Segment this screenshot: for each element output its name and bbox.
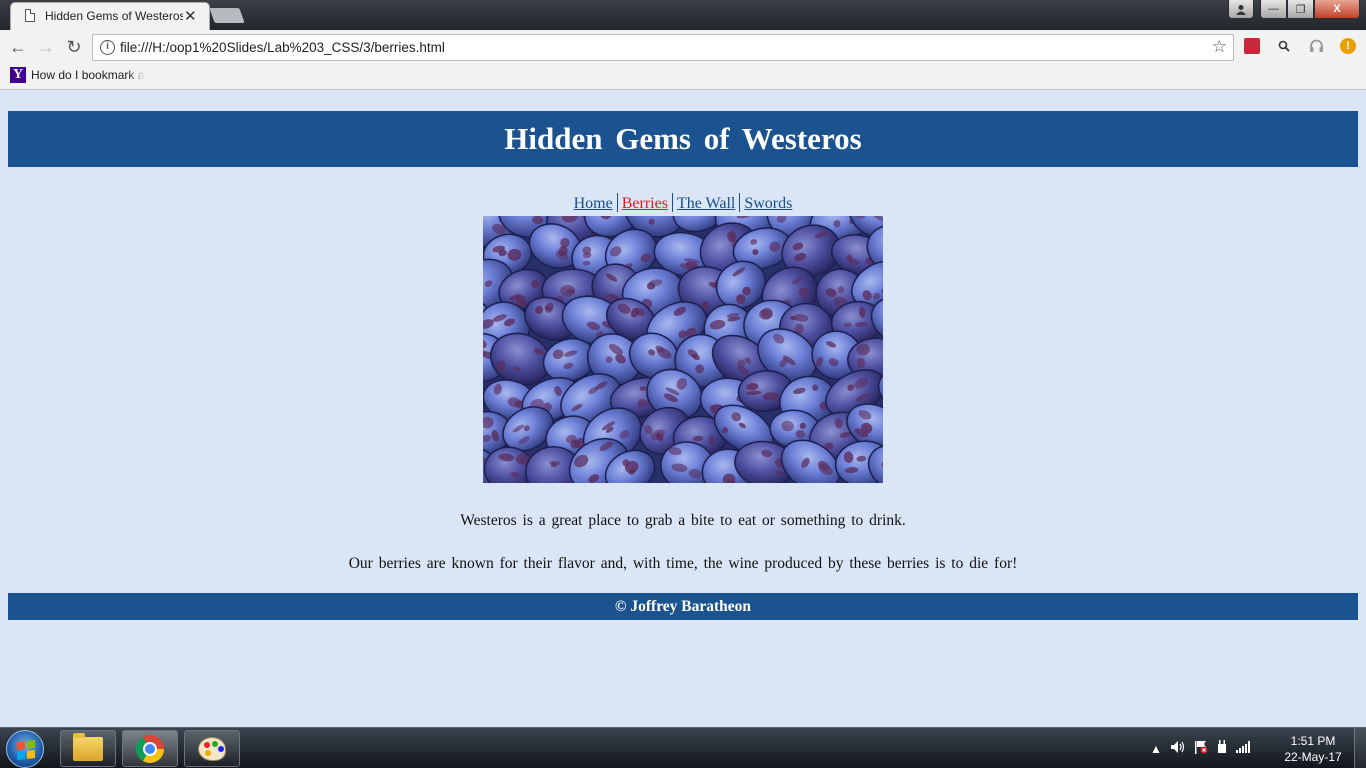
berries-paragraph: Our berries are known for their flavor a…	[348, 555, 1018, 572]
taskbar-chrome[interactable]	[122, 730, 178, 767]
user-profile-button[interactable]	[1228, 0, 1254, 19]
browser-tab[interactable]: Hidden Gems of Westeros ✕	[10, 2, 210, 30]
taskbar-explorer[interactable]	[60, 730, 116, 767]
new-tab-button[interactable]	[209, 8, 245, 23]
page-icon	[25, 9, 35, 22]
tab-title: Hidden Gems of Westeros	[45, 9, 183, 23]
action-center-flag-icon[interactable]	[1194, 740, 1208, 757]
show-desktop-button[interactable]	[1354, 728, 1366, 768]
windows-taskbar: ▲ 1:51 PM 22-May-17	[0, 727, 1366, 768]
site-nav: Home Berries The Wall Swords	[0, 193, 1366, 213]
reload-icon[interactable]: ↻	[62, 35, 86, 59]
start-button[interactable]	[6, 730, 44, 768]
headphones-icon[interactable]	[1308, 38, 1324, 54]
bookmarks-bar: Y How do I bookmark a	[0, 64, 1366, 90]
paint-palette-icon	[198, 736, 226, 761]
search-icon[interactable]	[1276, 38, 1292, 54]
alert-icon[interactable]: !	[1340, 38, 1356, 54]
header-banner: Hidden Gems of Westeros	[8, 111, 1358, 167]
power-icon[interactable]	[1216, 740, 1228, 757]
windows-logo-icon	[17, 740, 35, 760]
show-hidden-icons-icon[interactable]: ▲	[1150, 742, 1162, 756]
page-content: Hidden Gems of Westeros Home Berries The W…	[0, 91, 1366, 727]
maximize-button[interactable]: ❐	[1287, 0, 1314, 19]
system-tray: ▲	[1150, 728, 1250, 768]
intro-paragraph: Westeros is a great place to grab a bite…	[460, 512, 906, 529]
bookmark-extension-icon[interactable]	[1244, 38, 1260, 54]
footer-banner: © Joffrey Baratheon	[8, 593, 1358, 620]
yahoo-icon[interactable]: Y	[10, 67, 26, 83]
chrome-icon	[136, 734, 164, 763]
folder-icon	[73, 732, 103, 761]
info-icon[interactable]: i	[100, 40, 115, 55]
nav-link-home[interactable]: Home	[570, 195, 617, 212]
nav-link-the-wall[interactable]: The Wall	[673, 195, 739, 212]
page-title: Hidden Gems of Westeros	[504, 121, 862, 156]
browser-toolbar: ← → ↻ i file:///H:/oop1%20Slides/Lab%203…	[0, 30, 1366, 64]
clock-time: 1:51 PM	[1290, 734, 1336, 748]
forward-arrow-icon[interactable]: →	[34, 35, 58, 59]
nav-link-berries[interactable]: Berries	[618, 195, 672, 212]
close-button[interactable]: X	[1314, 0, 1360, 19]
footer-text: © Joffrey Baratheon	[614, 597, 752, 615]
nav-link-swords[interactable]: Swords	[740, 195, 796, 212]
user-icon[interactable]	[1228, 0, 1254, 19]
taskbar-paint[interactable]	[184, 730, 240, 767]
bookmark-item[interactable]: How do I bookmark a	[31, 68, 145, 82]
network-signal-icon[interactable]	[1235, 741, 1250, 756]
browser-tab-bar: Hidden Gems of Westeros ✕ — ❐ X	[0, 0, 1366, 30]
tab-close-icon[interactable]: ✕	[184, 7, 197, 25]
clock-date: 22-May-17	[1284, 750, 1342, 764]
address-bar[interactable]: i file:///H:/oop1%20Slides/Lab%203_CSS/3…	[92, 34, 1234, 61]
berries-photo	[483, 216, 883, 483]
minimize-button[interactable]: —	[1260, 0, 1287, 19]
back-arrow-icon[interactable]: ←	[6, 35, 30, 59]
star-icon[interactable]: ☆	[1212, 37, 1227, 57]
window-controls: — ❐ X	[1260, 0, 1360, 19]
volume-icon[interactable]	[1170, 740, 1186, 757]
taskbar-clock[interactable]: 1:51 PM 22-May-17	[1276, 733, 1350, 765]
plums-image	[483, 216, 883, 483]
url-text[interactable]: file:///H:/oop1%20Slides/Lab%203_CSS/3/b…	[120, 40, 445, 55]
